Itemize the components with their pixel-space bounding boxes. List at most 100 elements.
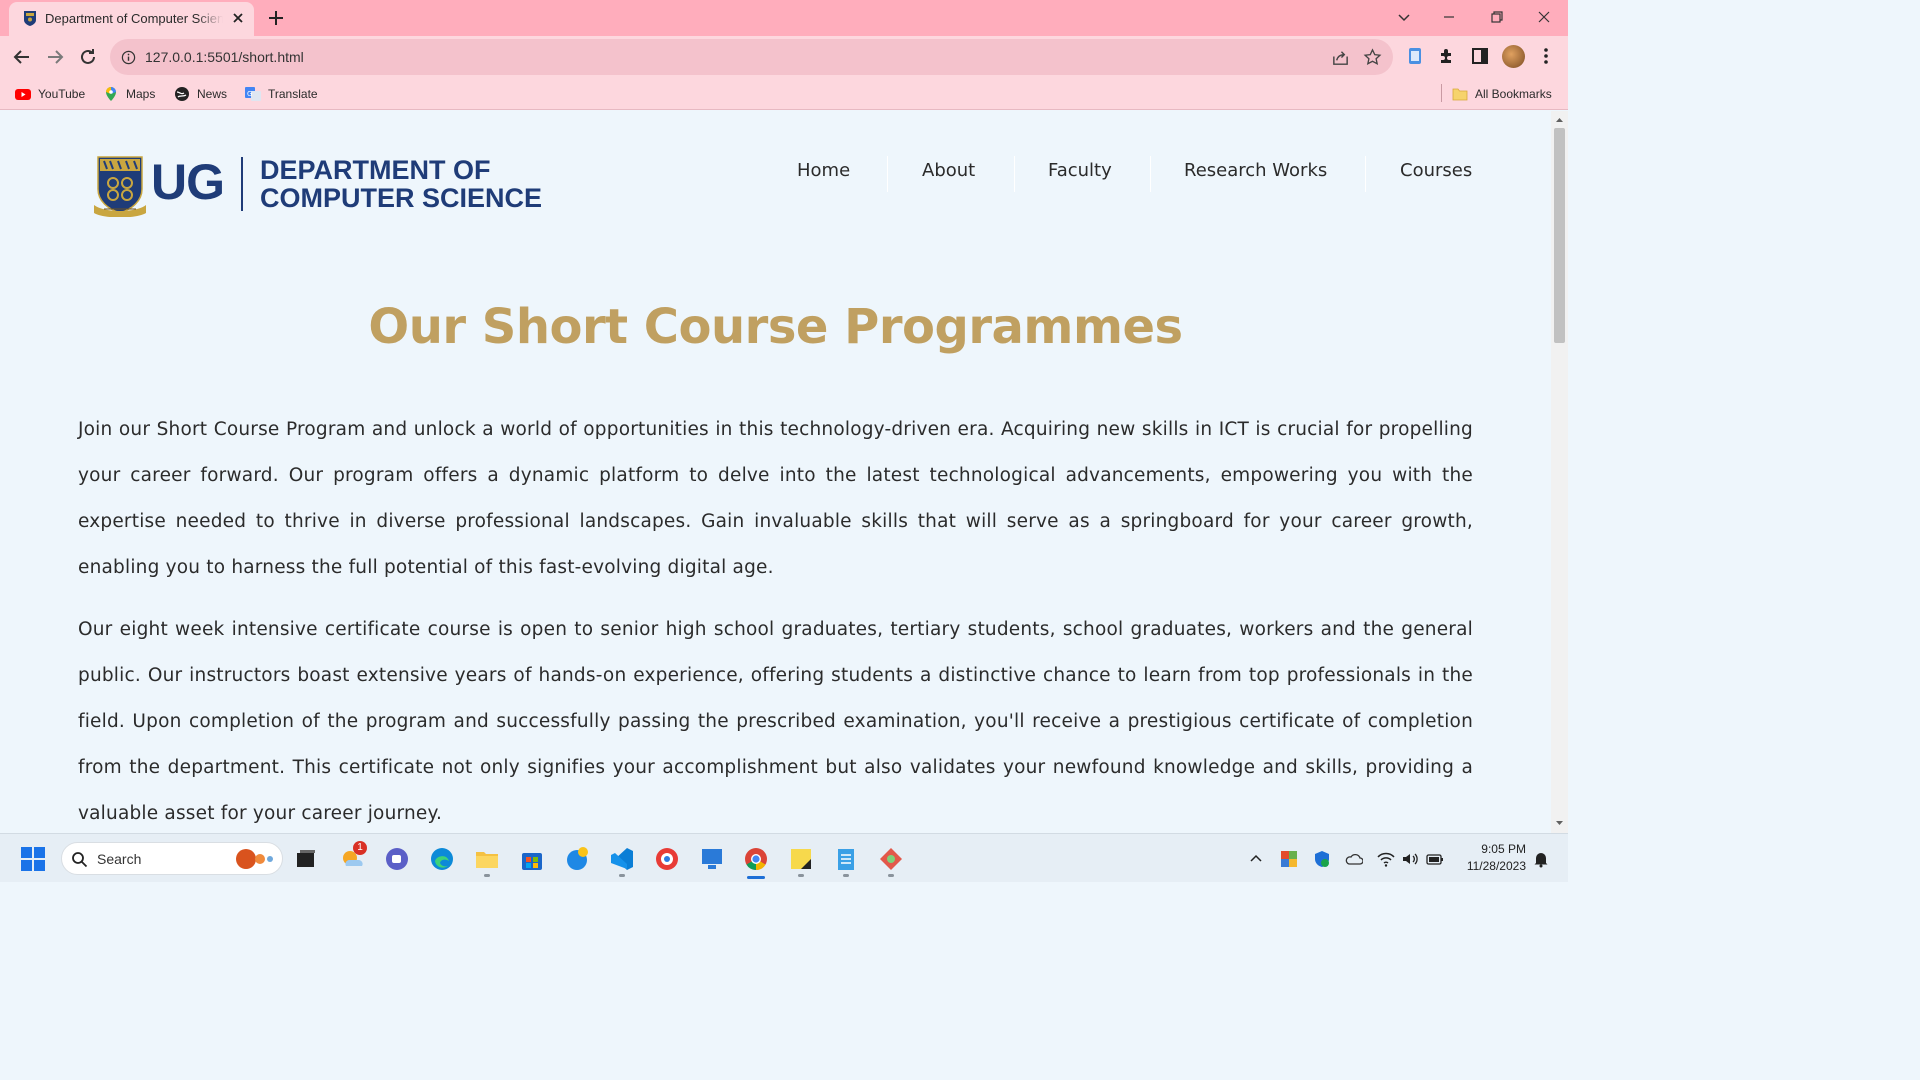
logo-divider bbox=[241, 157, 243, 211]
volume-icon[interactable] bbox=[1401, 850, 1419, 868]
git-app-icon[interactable] bbox=[878, 846, 904, 872]
ug-crest-icon bbox=[94, 156, 146, 217]
tab-title: Department of Computer Science bbox=[45, 11, 223, 26]
windows-start-icon[interactable] bbox=[20, 846, 46, 872]
show-hidden-icons-chevron-icon[interactable] bbox=[1247, 850, 1265, 868]
close-window-icon[interactable] bbox=[1533, 6, 1555, 28]
web-page: UG DEPARTMENT OF COMPUTER SCIENCE Home A… bbox=[0, 111, 1551, 833]
scrollbar-thumb[interactable] bbox=[1554, 128, 1565, 343]
back-arrow-icon[interactable] bbox=[10, 45, 34, 69]
page-scrollbar[interactable] bbox=[1551, 111, 1568, 833]
page-heading: Our Short Course Programmes bbox=[368, 299, 1183, 355]
details-paragraph: Our eight week intensive certificate cou… bbox=[78, 619, 1473, 824]
nav-separator bbox=[1014, 156, 1015, 192]
profile-avatar[interactable] bbox=[1502, 45, 1525, 68]
battery-icon[interactable] bbox=[1426, 850, 1444, 868]
extension-translate-icon[interactable] bbox=[1405, 46, 1425, 66]
minimize-icon[interactable] bbox=[1438, 6, 1460, 28]
scroll-up-arrow-icon[interactable] bbox=[1555, 115, 1564, 124]
tab-search-chevron-icon[interactable] bbox=[1393, 6, 1415, 28]
url-text[interactable]: 127.0.0.1:5501/short.html bbox=[145, 49, 304, 65]
taskbar-search-placeholder: Search bbox=[97, 851, 142, 867]
folder-icon bbox=[1452, 88, 1468, 101]
new-tab-icon[interactable] bbox=[266, 8, 286, 28]
nav-courses[interactable]: Courses bbox=[1400, 159, 1472, 183]
vscode-icon[interactable] bbox=[609, 846, 635, 872]
logo-dept-line1: DEPARTMENT OF bbox=[260, 155, 491, 185]
address-bar[interactable]: 127.0.0.1:5501/short.html bbox=[110, 39, 1393, 75]
wifi-icon[interactable] bbox=[1377, 850, 1395, 868]
windows-taskbar: Search 1 9:05 PM 11/28/2023 bbox=[0, 833, 1568, 882]
svg-text:G: G bbox=[247, 90, 252, 98]
nav-research-works[interactable]: Research Works bbox=[1184, 159, 1327, 183]
bookmark-youtube[interactable]: YouTube bbox=[15, 85, 90, 103]
remote-desktop-icon[interactable] bbox=[699, 846, 725, 872]
nav-home[interactable]: Home bbox=[797, 159, 850, 183]
microsoft-store-icon[interactable] bbox=[519, 846, 545, 872]
search-icon bbox=[72, 852, 88, 868]
nav-separator bbox=[1150, 156, 1151, 192]
side-panel-icon[interactable] bbox=[1470, 46, 1490, 66]
forward-arrow-icon[interactable] bbox=[43, 45, 67, 69]
more-menu-icon[interactable] bbox=[1536, 46, 1556, 66]
task-view-icon[interactable] bbox=[293, 846, 319, 872]
edge-browser-icon[interactable] bbox=[429, 846, 455, 872]
all-bookmarks-label: All Bookmarks bbox=[1475, 87, 1552, 101]
close-tab-icon[interactable] bbox=[229, 9, 247, 27]
bookmark-maps[interactable]: Maps bbox=[103, 85, 163, 103]
taskbar-search-box[interactable]: Search bbox=[61, 842, 283, 875]
search-highlight-icon bbox=[236, 849, 273, 869]
bookmarks-bar: YouTube Maps News G Translate All Bookma… bbox=[0, 78, 1568, 110]
site-info-icon[interactable] bbox=[121, 50, 136, 65]
logo-ug-text: UG bbox=[151, 154, 225, 210]
security-shield-icon[interactable] bbox=[1313, 850, 1331, 868]
browser-tab[interactable]: Department of Computer Science bbox=[9, 2, 254, 36]
system-clock[interactable]: 9:05 PM 11/28/2023 bbox=[1458, 841, 1526, 875]
clock-time: 9:05 PM bbox=[1481, 842, 1526, 856]
chrome-icon[interactable] bbox=[743, 846, 769, 872]
file-explorer-icon[interactable] bbox=[474, 846, 500, 872]
running-indicator bbox=[843, 874, 849, 877]
ug-crest-favicon-icon bbox=[24, 11, 36, 26]
browser-app-icon[interactable] bbox=[654, 846, 680, 872]
clock-date: 11/28/2023 bbox=[1466, 859, 1526, 873]
browser-tab-bar: Department of Computer Science bbox=[0, 0, 1568, 36]
reload-icon[interactable] bbox=[76, 45, 100, 69]
teams-chat-icon[interactable] bbox=[384, 846, 410, 872]
nav-faculty[interactable]: Faculty bbox=[1048, 159, 1112, 183]
translate-icon: G bbox=[245, 87, 261, 101]
scroll-down-arrow-icon[interactable] bbox=[1555, 819, 1564, 828]
extensions-puzzle-icon[interactable] bbox=[1437, 46, 1457, 66]
restore-icon[interactable] bbox=[1486, 6, 1508, 28]
notification-badge: 1 bbox=[353, 841, 367, 855]
running-indicator bbox=[484, 874, 490, 877]
news-icon bbox=[175, 87, 189, 101]
nav-separator bbox=[887, 156, 888, 192]
bookmark-translate[interactable]: G Translate bbox=[245, 85, 325, 103]
bookmark-label: Maps bbox=[126, 87, 156, 101]
sticky-notes-icon[interactable] bbox=[788, 846, 814, 872]
active-app-indicator bbox=[747, 876, 765, 879]
running-indicator bbox=[888, 874, 894, 877]
bookmark-label: Translate bbox=[268, 87, 318, 101]
logo-department-name: DEPARTMENT OF COMPUTER SCIENCE bbox=[260, 156, 542, 212]
site-logo[interactable]: UG DEPARTMENT OF COMPUTER SCIENCE bbox=[94, 155, 544, 217]
onedrive-cloud-icon[interactable] bbox=[1345, 850, 1363, 868]
share-icon[interactable] bbox=[1331, 48, 1350, 67]
all-bookmarks-button[interactable]: All Bookmarks bbox=[1452, 85, 1562, 103]
bookmarks-divider bbox=[1441, 84, 1442, 102]
intro-paragraph: Join our Short Course Program and unlock… bbox=[78, 419, 1473, 578]
logo-dept-line2: COMPUTER SCIENCE bbox=[260, 183, 543, 213]
app-pinned-icon[interactable] bbox=[564, 846, 590, 872]
bookmark-label: News bbox=[197, 87, 228, 101]
bookmark-label: YouTube bbox=[38, 87, 86, 101]
maps-icon bbox=[106, 87, 116, 101]
nav-about[interactable]: About bbox=[922, 159, 975, 183]
running-indicator bbox=[619, 874, 625, 877]
bookmark-news[interactable]: News bbox=[174, 85, 234, 103]
bookmark-star-icon[interactable] bbox=[1363, 48, 1382, 67]
notepad-icon[interactable] bbox=[833, 846, 859, 872]
notifications-bell-icon[interactable] bbox=[1532, 850, 1550, 868]
tray-app-icon[interactable] bbox=[1280, 850, 1298, 868]
running-indicator bbox=[798, 874, 804, 877]
